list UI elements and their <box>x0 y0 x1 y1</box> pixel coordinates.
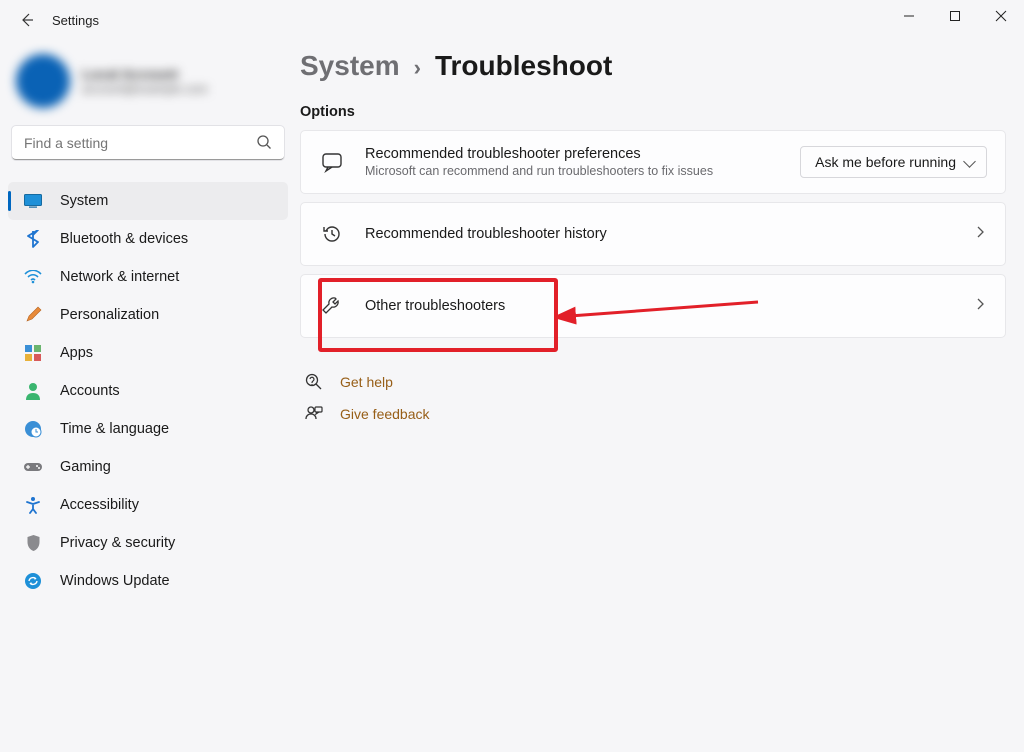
arrow-left-icon <box>19 12 35 28</box>
breadcrumb-current: Troubleshoot <box>435 50 612 82</box>
card-troubleshooter-history[interactable]: Recommended troubleshooter history <box>300 202 1006 266</box>
back-button[interactable] <box>14 7 40 33</box>
breadcrumb: System › Troubleshoot <box>300 50 1006 82</box>
gamepad-icon <box>22 456 44 478</box>
profile-email: account@example.com <box>82 82 208 96</box>
globe-clock-icon <box>22 418 44 440</box>
card-recommended-preferences[interactable]: Recommended troubleshooter preferences M… <box>300 130 1006 194</box>
minimize-button[interactable] <box>886 0 932 32</box>
sidebar: Local Account account@example.com System… <box>0 40 296 752</box>
chat-icon <box>319 149 345 175</box>
card-other-troubleshooters[interactable]: Other troubleshooters <box>300 274 1006 338</box>
card-title: Other troubleshooters <box>365 298 973 314</box>
minimize-icon <box>903 10 915 22</box>
person-icon <box>22 380 44 402</box>
sidebar-item-system[interactable]: System <box>8 182 288 220</box>
close-button[interactable] <box>978 0 1024 32</box>
get-help-link[interactable]: Get help <box>300 366 1006 398</box>
accessibility-icon <box>22 494 44 516</box>
avatar <box>16 54 70 108</box>
sidebar-item-label: Personalization <box>60 307 159 323</box>
sidebar-item-time[interactable]: Time & language <box>8 410 288 448</box>
sidebar-item-apps[interactable]: Apps <box>8 334 288 372</box>
dropdown-value: Ask me before running <box>815 154 956 170</box>
feedback-label: Give feedback <box>340 406 430 422</box>
maximize-icon <box>949 10 961 22</box>
profile-block[interactable]: Local Account account@example.com <box>8 46 288 126</box>
sidebar-item-label: Windows Update <box>60 573 170 589</box>
chevron-right-icon <box>973 297 987 316</box>
apps-icon <box>22 342 44 364</box>
recommended-dropdown[interactable]: Ask me before running <box>800 146 987 178</box>
app-title: Settings <box>52 13 99 28</box>
sidebar-item-accessibility[interactable]: Accessibility <box>8 486 288 524</box>
sidebar-item-label: Bluetooth & devices <box>60 231 188 247</box>
main-content: System › Troubleshoot Options Recommende… <box>296 40 1024 752</box>
sidebar-item-label: Privacy & security <box>60 535 175 551</box>
search-box <box>12 126 284 160</box>
breadcrumb-parent[interactable]: System <box>300 50 400 82</box>
sidebar-item-label: Accounts <box>60 383 120 399</box>
help-label: Get help <box>340 374 393 390</box>
sidebar-item-gaming[interactable]: Gaming <box>8 448 288 486</box>
brush-icon <box>22 304 44 326</box>
sidebar-item-label: System <box>60 193 108 209</box>
section-options-label: Options <box>300 104 1006 120</box>
card-title: Recommended troubleshooter preferences <box>365 146 800 162</box>
bluetooth-icon <box>22 228 44 250</box>
nav-list: System Bluetooth & devices Network & int… <box>8 182 288 600</box>
titlebar: Settings <box>0 0 1024 40</box>
sidebar-item-label: Apps <box>60 345 93 361</box>
give-feedback-link[interactable]: Give feedback <box>300 398 1006 430</box>
chevron-right-icon <box>973 225 987 244</box>
wifi-icon <box>22 266 44 288</box>
history-icon <box>319 221 345 247</box>
system-icon <box>22 190 44 212</box>
search-input[interactable] <box>12 126 284 160</box>
help-icon <box>304 372 324 392</box>
sidebar-item-privacy[interactable]: Privacy & security <box>8 524 288 562</box>
sidebar-item-bluetooth[interactable]: Bluetooth & devices <box>8 220 288 258</box>
chevron-right-icon: › <box>414 55 421 81</box>
sidebar-item-update[interactable]: Windows Update <box>8 562 288 600</box>
sidebar-item-personalization[interactable]: Personalization <box>8 296 288 334</box>
shield-icon <box>22 532 44 554</box>
profile-name: Local Account <box>82 66 208 82</box>
maximize-button[interactable] <box>932 0 978 32</box>
window-controls <box>886 0 1024 32</box>
card-title: Recommended troubleshooter history <box>365 226 973 242</box>
sidebar-item-label: Time & language <box>60 421 169 437</box>
search-icon <box>256 134 272 155</box>
close-icon <box>995 10 1007 22</box>
help-links: Get help Give feedback <box>300 366 1006 430</box>
sidebar-item-label: Gaming <box>60 459 111 475</box>
wrench-icon <box>319 293 345 319</box>
sidebar-item-label: Network & internet <box>60 269 179 285</box>
sidebar-item-accounts[interactable]: Accounts <box>8 372 288 410</box>
card-subtitle: Microsoft can recommend and run troubles… <box>365 164 800 178</box>
sidebar-item-label: Accessibility <box>60 497 139 513</box>
update-icon <box>22 570 44 592</box>
feedback-icon <box>304 404 324 424</box>
sidebar-item-network[interactable]: Network & internet <box>8 258 288 296</box>
